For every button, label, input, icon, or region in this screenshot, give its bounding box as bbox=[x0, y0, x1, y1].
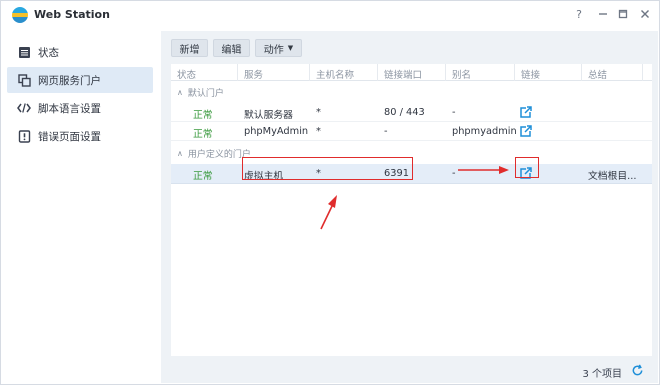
annotation-arrow bbox=[320, 203, 334, 230]
web-station-window: Web Station ? 状态 网页服务门户 脚本语言设置 错误页面设置 新增… bbox=[0, 0, 660, 385]
annotation-arrowhead bbox=[499, 166, 509, 174]
annotation-arrows bbox=[320, 166, 509, 230]
annotation-arrowhead bbox=[328, 195, 337, 208]
